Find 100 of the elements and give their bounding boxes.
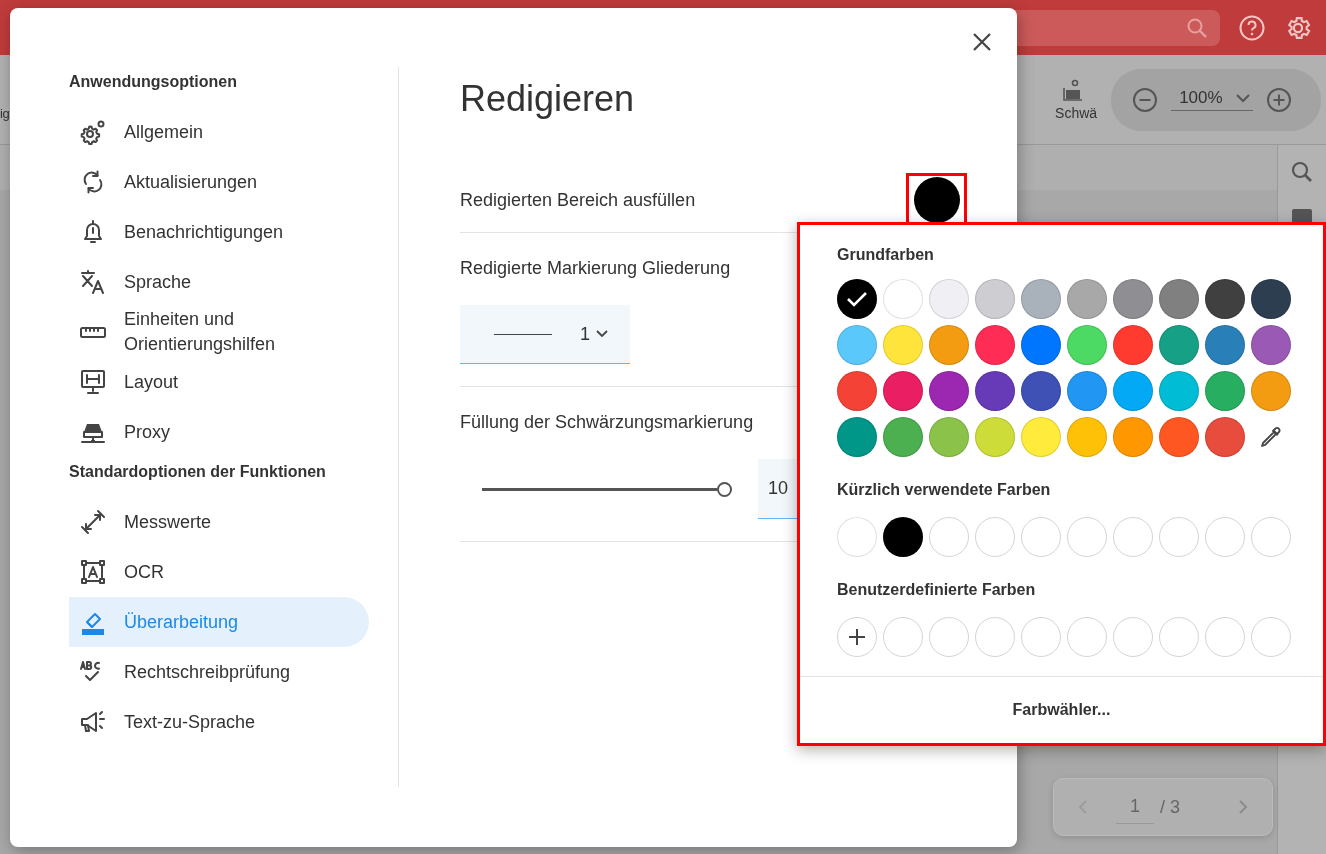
sidebar-item[interactable]: Rechtschreibprüfung bbox=[69, 647, 369, 697]
setting-label: Redigierte Markierung Gliederung bbox=[460, 257, 732, 279]
chevron-down-icon bbox=[596, 330, 608, 338]
sidebar-item[interactable]: Benachrichtigungen bbox=[69, 207, 369, 257]
color-swatch[interactable] bbox=[1113, 417, 1153, 457]
zoom-field[interactable]: 100% bbox=[1171, 88, 1253, 111]
setting-label: Redigierten Bereich ausfüllen bbox=[460, 189, 696, 211]
sidebar-item[interactable]: Allgemein bbox=[69, 107, 369, 157]
empty-swatch[interactable] bbox=[1205, 617, 1245, 657]
color-swatch[interactable] bbox=[1113, 279, 1153, 319]
color-swatch[interactable] bbox=[837, 325, 877, 365]
color-swatch[interactable] bbox=[837, 517, 877, 557]
line-sample bbox=[494, 333, 552, 335]
plus-icon bbox=[847, 627, 867, 647]
color-swatch[interactable] bbox=[929, 325, 969, 365]
color-picker-button[interactable]: Farbwähler... bbox=[800, 677, 1323, 743]
sidebar-item[interactable]: Proxy bbox=[69, 407, 369, 457]
measure-arrow-icon bbox=[79, 508, 107, 536]
color-swatch[interactable] bbox=[1159, 325, 1199, 365]
redact-tool[interactable]: Schwä bbox=[1041, 68, 1106, 131]
color-swatch[interactable] bbox=[1067, 371, 1107, 411]
check-icon bbox=[846, 291, 868, 307]
zoom-in-icon[interactable] bbox=[1264, 85, 1293, 114]
color-swatch[interactable] bbox=[837, 279, 877, 319]
color-swatch[interactable] bbox=[1021, 417, 1061, 457]
color-swatch[interactable] bbox=[975, 325, 1015, 365]
empty-swatch[interactable] bbox=[1205, 517, 1245, 557]
empty-swatch[interactable] bbox=[1113, 617, 1153, 657]
gears-icon bbox=[79, 118, 107, 146]
empty-swatch[interactable] bbox=[975, 617, 1015, 657]
color-swatch[interactable] bbox=[883, 325, 923, 365]
color-swatch[interactable] bbox=[1251, 371, 1291, 411]
empty-swatch[interactable] bbox=[1159, 517, 1199, 557]
empty-swatch[interactable] bbox=[1159, 617, 1199, 657]
add-color-button[interactable] bbox=[837, 617, 877, 657]
color-swatch[interactable] bbox=[1251, 279, 1291, 319]
color-swatch[interactable] bbox=[1021, 371, 1061, 411]
color-swatch[interactable] bbox=[929, 279, 969, 319]
color-swatch[interactable] bbox=[883, 517, 923, 557]
sidebar-item[interactable]: OCR bbox=[69, 547, 369, 597]
close-icon[interactable] bbox=[972, 32, 992, 52]
eyedropper-icon[interactable] bbox=[1258, 424, 1284, 450]
color-swatch[interactable] bbox=[1251, 325, 1291, 365]
sidebar-item[interactable]: Einheiten und Orientierungshilfen bbox=[69, 307, 369, 357]
color-swatch-button[interactable] bbox=[913, 177, 960, 223]
sidebar-item[interactable]: Messwerte bbox=[69, 497, 369, 547]
sidebar-item[interactable]: Sprache bbox=[69, 257, 369, 307]
chevron-right-icon[interactable] bbox=[1238, 799, 1248, 815]
color-swatch[interactable] bbox=[1021, 279, 1061, 319]
empty-swatch[interactable] bbox=[883, 617, 923, 657]
color-swatch[interactable] bbox=[837, 371, 877, 411]
color-swatch[interactable] bbox=[1021, 325, 1061, 365]
empty-swatch[interactable] bbox=[929, 617, 969, 657]
color-swatch[interactable] bbox=[1067, 417, 1107, 457]
empty-swatch[interactable] bbox=[1251, 517, 1291, 557]
empty-swatch[interactable] bbox=[929, 517, 969, 557]
empty-swatch[interactable] bbox=[1251, 617, 1291, 657]
color-swatch[interactable] bbox=[1067, 279, 1107, 319]
section-heading: Benutzerdefinierte Farben bbox=[837, 580, 1037, 600]
section-heading: Standardoptionen der Funktionen bbox=[69, 462, 327, 482]
color-swatch[interactable] bbox=[883, 371, 923, 411]
color-swatch[interactable] bbox=[1159, 417, 1199, 457]
empty-swatch[interactable] bbox=[1067, 617, 1107, 657]
empty-swatch[interactable] bbox=[975, 517, 1015, 557]
color-swatch[interactable] bbox=[1067, 325, 1107, 365]
color-swatch[interactable] bbox=[1205, 279, 1245, 319]
color-swatch[interactable] bbox=[929, 417, 969, 457]
color-swatch[interactable] bbox=[975, 279, 1015, 319]
color-swatch[interactable] bbox=[1205, 325, 1245, 365]
section-heading: Kürzlich verwendete Farben bbox=[837, 480, 1052, 500]
setting-label: Füllung der Schwärzungsmarkierung bbox=[460, 411, 755, 433]
color-swatch[interactable] bbox=[883, 279, 923, 319]
search-icon bbox=[1186, 16, 1208, 39]
empty-swatch[interactable] bbox=[1021, 617, 1061, 657]
sidebar-item[interactable]: Aktualisierungen bbox=[69, 157, 369, 207]
color-swatch[interactable] bbox=[837, 417, 877, 457]
color-swatch[interactable] bbox=[1113, 371, 1153, 411]
color-swatch[interactable] bbox=[1159, 279, 1199, 319]
empty-swatch[interactable] bbox=[1113, 517, 1153, 557]
help-icon[interactable] bbox=[1238, 13, 1266, 42]
slider-thumb[interactable] bbox=[717, 481, 732, 497]
search-icon[interactable] bbox=[1290, 160, 1314, 184]
page-title: Redigieren bbox=[460, 77, 636, 121]
color-swatch[interactable] bbox=[1205, 371, 1245, 411]
empty-swatch[interactable] bbox=[1021, 517, 1061, 557]
color-swatch[interactable] bbox=[975, 417, 1015, 457]
empty-swatch[interactable] bbox=[1067, 517, 1107, 557]
color-swatch[interactable] bbox=[883, 417, 923, 457]
color-swatch[interactable] bbox=[1113, 325, 1153, 365]
translate-icon bbox=[79, 268, 107, 296]
color-swatch[interactable] bbox=[1205, 417, 1245, 457]
sidebar-item[interactable]: Text-zu-Sprache bbox=[69, 697, 369, 747]
color-swatch[interactable] bbox=[975, 371, 1015, 411]
color-swatch[interactable] bbox=[1159, 371, 1199, 411]
page-total: / 3 bbox=[1160, 796, 1181, 818]
zoom-out-icon[interactable] bbox=[1131, 85, 1160, 114]
sidebar-item[interactable]: Layout bbox=[69, 357, 369, 407]
outline-dropdown[interactable]: 1 bbox=[460, 305, 630, 364]
color-swatch[interactable] bbox=[929, 371, 969, 411]
monitor-icon bbox=[79, 368, 107, 396]
